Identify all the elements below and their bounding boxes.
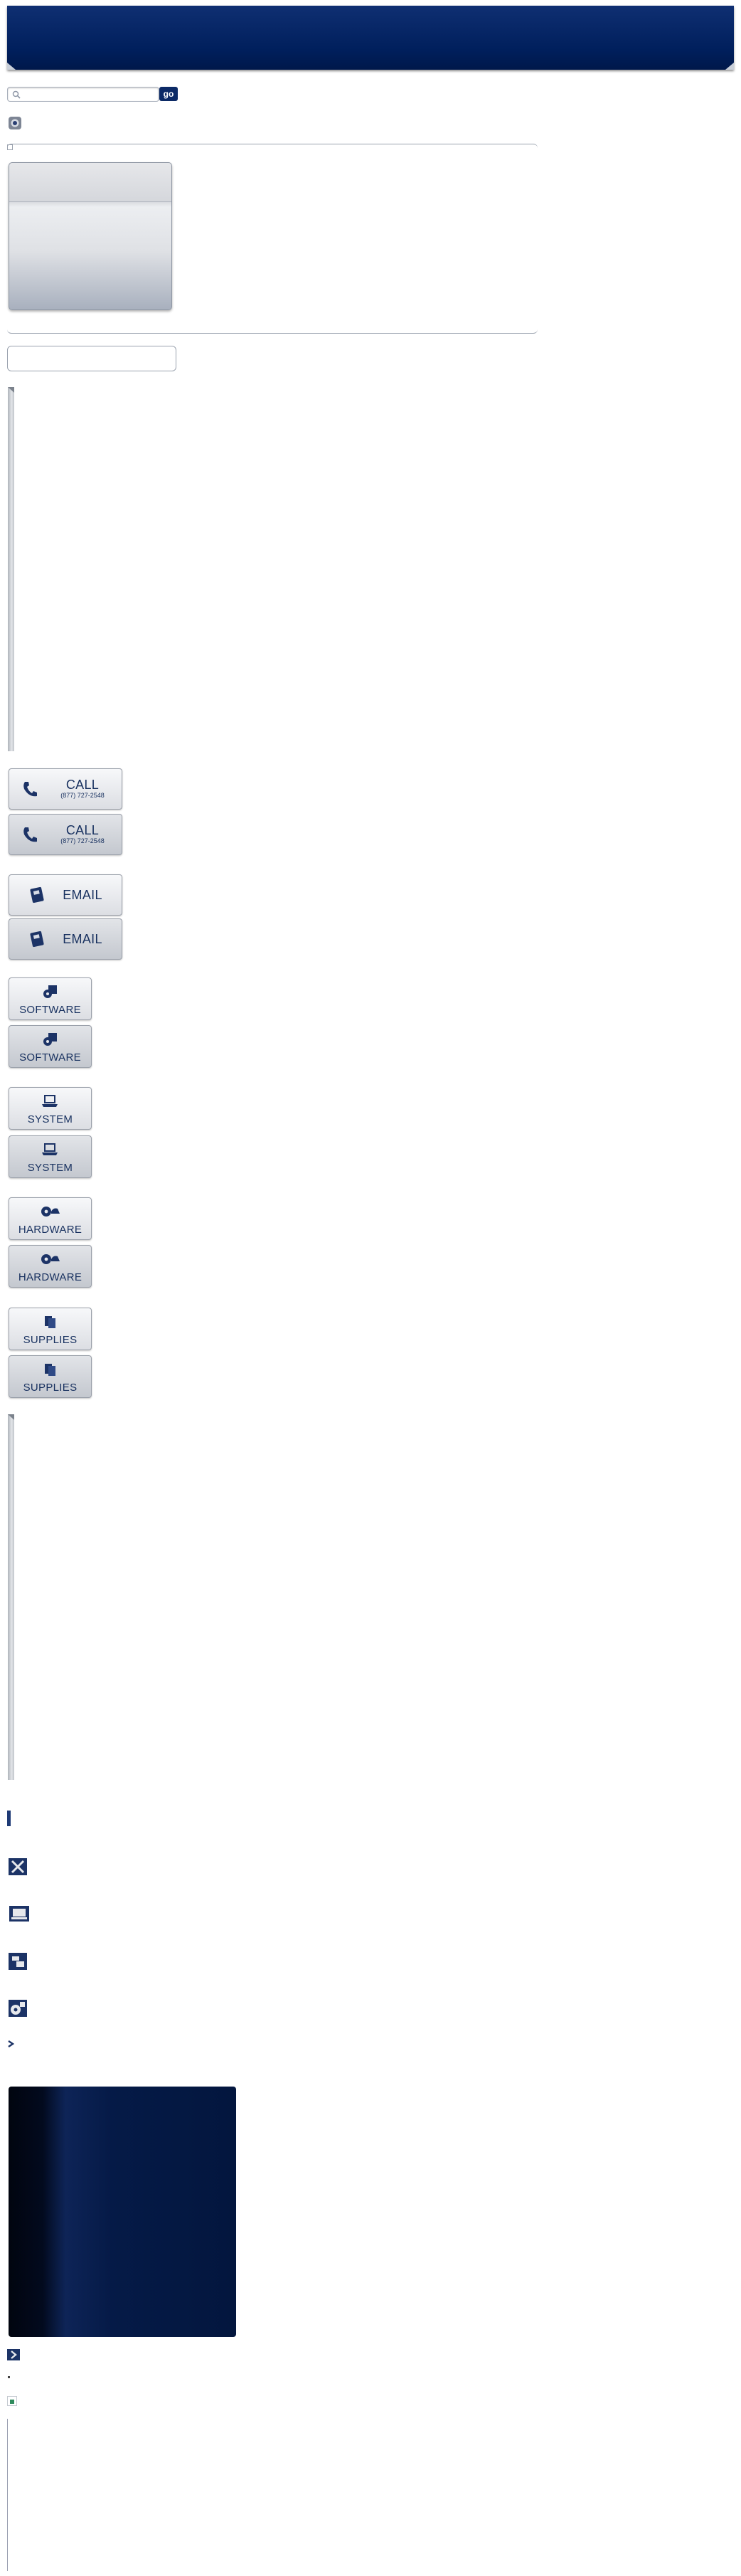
hardware-label: HARDWARE <box>18 1271 82 1283</box>
gear-icon <box>9 119 21 132</box>
system-link[interactable] <box>9 1905 30 1925</box>
email-label: EMAIL <box>63 888 102 902</box>
email-icon <box>29 886 45 907</box>
dot <box>8 2376 10 2378</box>
chevron-right-icon <box>7 2039 16 2051</box>
software-icon <box>43 1033 58 1051</box>
call-button[interactable]: CALL (877) 727-2548 <box>9 768 122 810</box>
system-button-active[interactable]: SYSTEM <box>9 1135 92 1178</box>
system-button[interactable]: SYSTEM <box>9 1087 92 1130</box>
scroll-strip <box>8 1414 14 1780</box>
hardware-icon <box>41 1253 60 1269</box>
phone-number: (877) 727-2548 <box>60 792 105 799</box>
email-button-active[interactable]: EMAIL <box>9 918 122 960</box>
disc-icon <box>9 2000 27 2020</box>
hardware-button[interactable]: HARDWARE <box>9 1197 92 1240</box>
supplies-icon <box>43 1314 58 1333</box>
email-button[interactable]: EMAIL <box>9 874 122 916</box>
software-label: SOFTWARE <box>19 1051 81 1064</box>
system-label: SYSTEM <box>27 1113 73 1125</box>
expand-link[interactable] <box>7 2039 16 2047</box>
call-label: CALL <box>65 778 100 792</box>
tools-link[interactable] <box>9 1858 27 1875</box>
monitor-icon <box>9 1906 30 1925</box>
marker-bar <box>7 1811 11 1826</box>
email-label: EMAIL <box>63 932 102 946</box>
hardware-button-active[interactable]: HARDWARE <box>9 1245 92 1288</box>
hardware-label: HARDWARE <box>18 1224 82 1236</box>
vertical-divider <box>7 2419 8 2571</box>
go-button[interactable]: go <box>159 87 178 101</box>
input-box[interactable] <box>7 346 176 371</box>
system-label: SYSTEM <box>27 1162 73 1174</box>
phone-number: (877) 727-2548 <box>60 837 105 844</box>
email-icon <box>29 931 45 951</box>
scroll-strip <box>8 387 14 751</box>
tools-icon <box>9 1858 27 1878</box>
promo-banner[interactable] <box>9 2087 236 2337</box>
chevron-right-icon <box>7 2350 20 2363</box>
phone-icon <box>22 780 38 801</box>
phone-icon <box>22 826 38 847</box>
header-corner-right <box>725 63 734 70</box>
supplies-label: SUPPLIES <box>23 1334 78 1346</box>
header-corner-left <box>7 63 16 70</box>
call-label: CALL <box>65 823 100 837</box>
strip-notch <box>8 1414 14 1420</box>
supplies-button-active[interactable]: SUPPLIES <box>9 1355 92 1398</box>
next-button[interactable] <box>7 2349 20 2360</box>
system-icon <box>42 1143 59 1161</box>
header-banner <box>7 6 734 70</box>
document-icon <box>9 1953 27 1973</box>
documents-link[interactable] <box>9 1953 27 1970</box>
system-icon <box>42 1095 59 1113</box>
call-button-active[interactable]: CALL (877) 727-2548 <box>9 814 122 855</box>
software-label: SOFTWARE <box>19 1004 81 1016</box>
feature-tile[interactable] <box>9 162 172 310</box>
hardware-icon <box>41 1205 60 1221</box>
supplies-icon <box>43 1362 58 1381</box>
strip-notch <box>8 387 14 393</box>
status-icon <box>7 2396 17 2406</box>
software-icon <box>43 985 58 1003</box>
supplies-button[interactable]: SUPPLIES <box>9 1308 92 1350</box>
media-link[interactable] <box>9 2000 27 2017</box>
supplies-label: SUPPLIES <box>23 1382 78 1394</box>
software-button-active[interactable]: SOFTWARE <box>9 1025 92 1068</box>
search-input[interactable] <box>23 88 157 101</box>
settings-button[interactable] <box>9 117 21 129</box>
search-icon <box>12 90 21 99</box>
software-button[interactable]: SOFTWARE <box>9 977 92 1020</box>
